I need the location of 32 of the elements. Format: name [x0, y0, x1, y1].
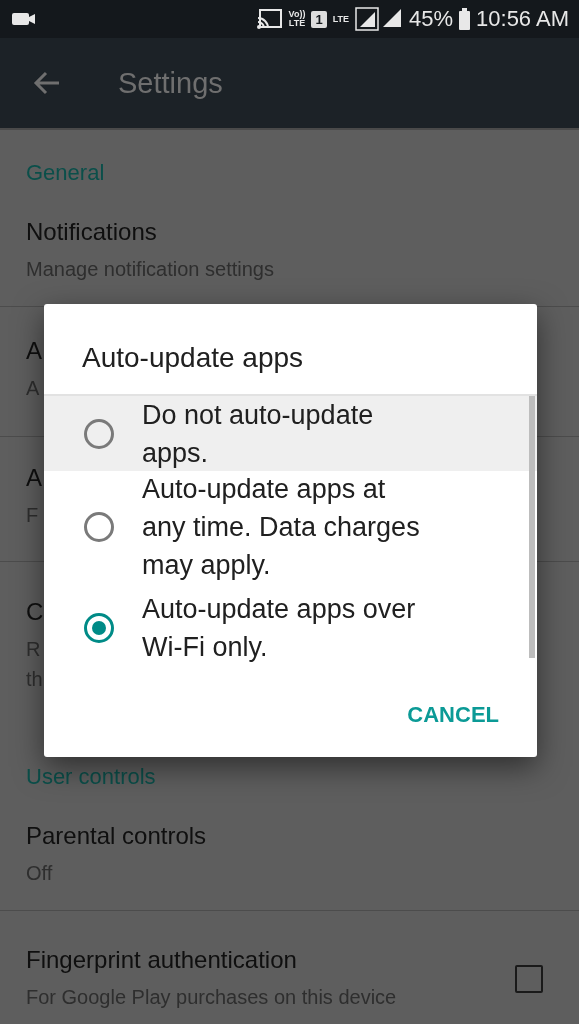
setting-title: Parental controls [26, 822, 207, 850]
back-arrow-icon[interactable] [33, 71, 61, 95]
camera-icon [12, 11, 36, 27]
sim-label: 1 [311, 10, 327, 28]
battery-percent: 45% [409, 6, 454, 32]
option-label: Auto-update apps over Wi-Fi only. [142, 593, 417, 664]
signal-icon [355, 7, 403, 31]
volte-label: LTE [288, 19, 306, 28]
radio-option[interactable]: Auto-update apps over Wi-Fi only. [44, 583, 537, 673]
cast-icon [256, 8, 283, 30]
radio-option[interactable]: Do not auto-update apps. [44, 396, 537, 471]
radio-option[interactable]: Auto-update apps at any time. Data charges may apply. [44, 471, 537, 583]
option-label: Do not auto-update apps. [142, 398, 375, 470]
setting-title: A [26, 336, 42, 365]
setting-title: Notifications [26, 218, 157, 246]
battery-icon [459, 8, 471, 30]
setting-title: A [26, 464, 42, 492]
screen-title: Settings [118, 66, 223, 100]
radio-button[interactable] [84, 418, 114, 449]
radio-button[interactable] [84, 613, 114, 643]
clock: 10:56 AM [476, 6, 569, 32]
section-header: User controls [25, 763, 157, 791]
option-label: Auto-update apps at any time. Data charges may apply. [142, 473, 421, 582]
volte-label: Vo)) [288, 10, 306, 19]
radio-button[interactable] [84, 512, 114, 542]
setting-title: Fingerprint authentication [26, 946, 297, 974]
checkbox[interactable] [515, 965, 543, 993]
section-header: General [25, 159, 106, 187]
setting-title: C [26, 598, 44, 626]
dialog-title: Auto-update apps [81, 341, 305, 375]
scrollbar[interactable] [529, 396, 535, 658]
data-label: LTE [332, 14, 349, 24]
